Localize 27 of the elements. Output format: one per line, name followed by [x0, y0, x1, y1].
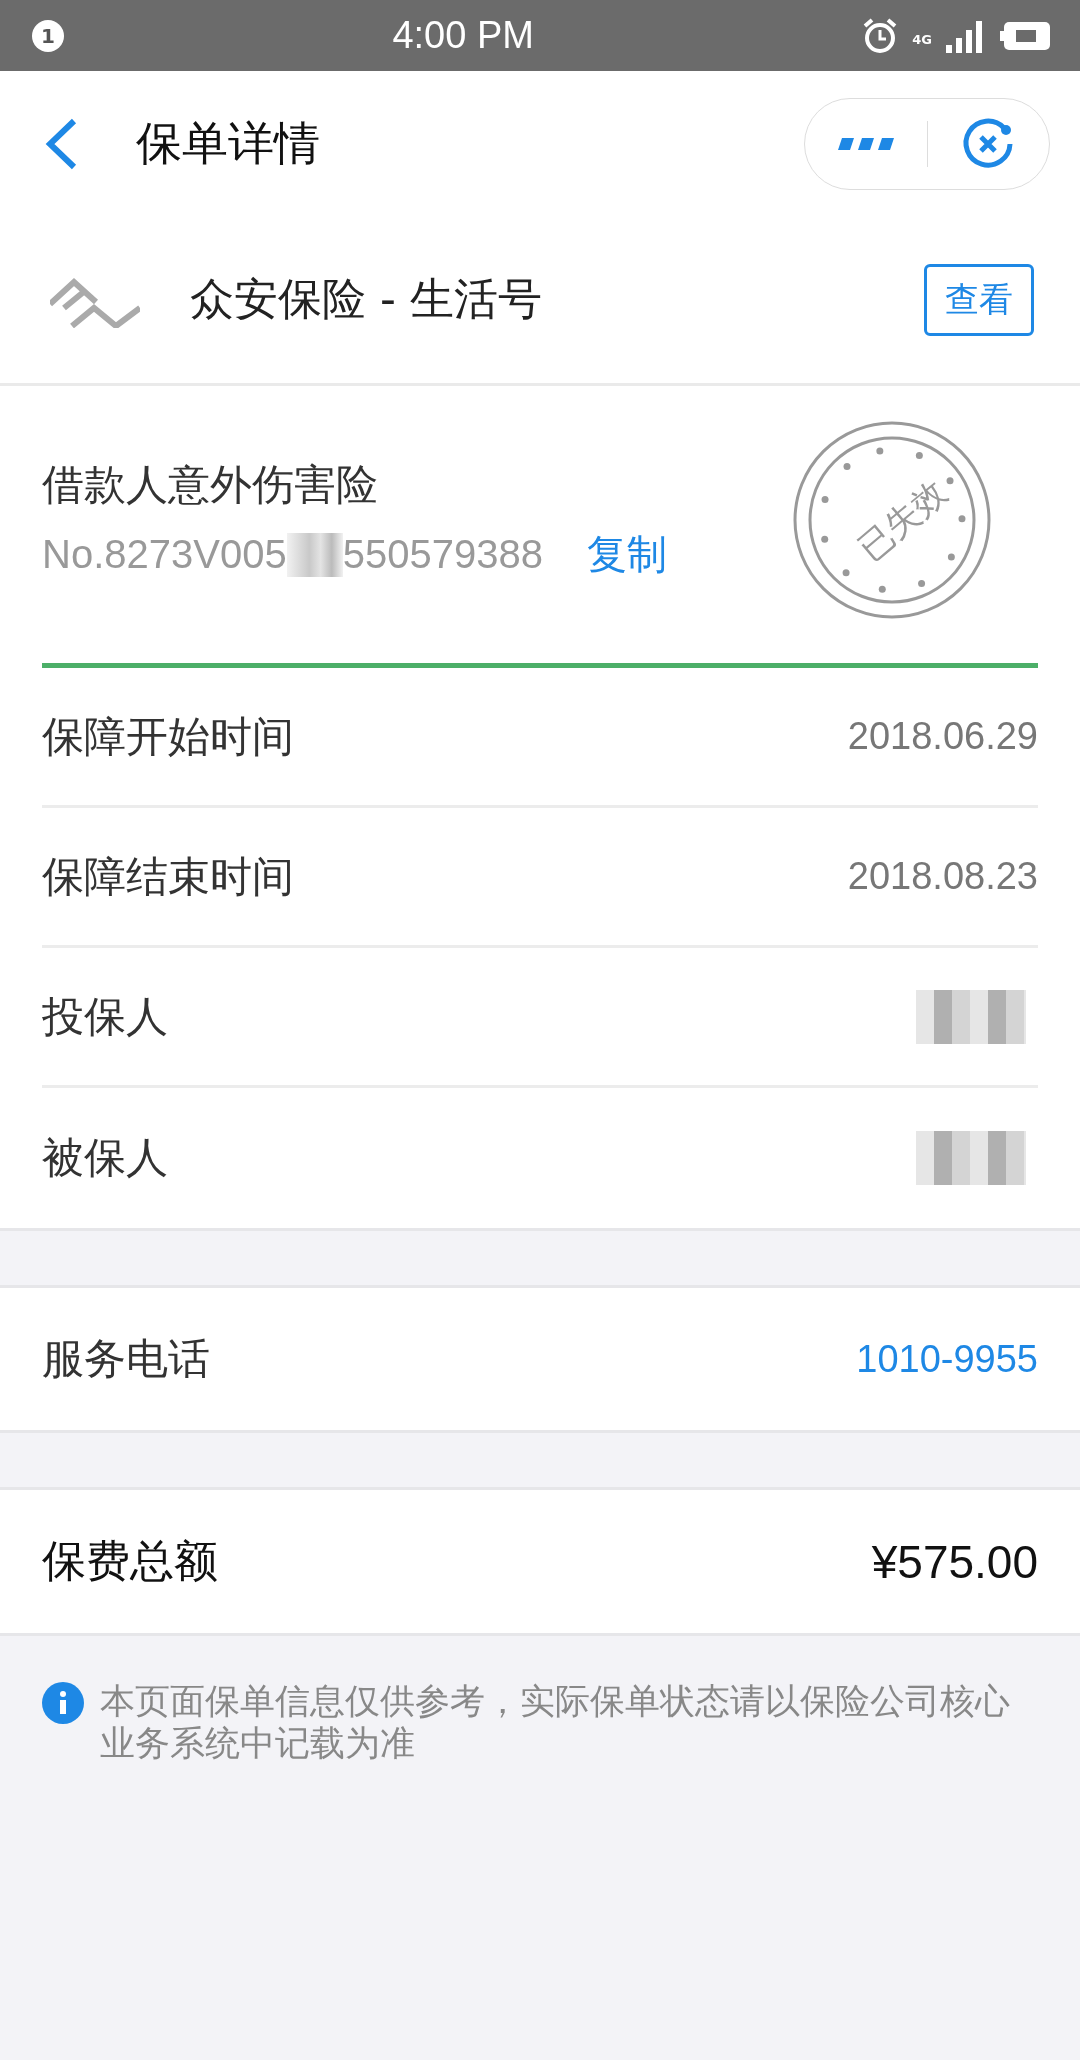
view-button[interactable]: 查看: [924, 263, 1034, 336]
detail-value: 2018.08.23: [847, 855, 1038, 898]
info-icon: [42, 1682, 84, 1724]
premium-label: 保费总额: [42, 1534, 218, 1588]
policy-name: 借款人意外伤害险: [42, 459, 378, 511]
detail-value: 2018.06.29: [847, 715, 1038, 758]
detail-label: 保障开始时间: [42, 710, 294, 763]
more-icon: [837, 137, 894, 150]
service-label: 服务电话: [42, 1333, 210, 1385]
detail-label: 被保人: [42, 1132, 168, 1184]
premium-value: ¥575.00: [871, 1534, 1038, 1589]
policy-number-suffix: 550579388: [342, 532, 543, 577]
network-label: 4G: [912, 31, 932, 47]
copy-link[interactable]: 复制: [586, 527, 667, 582]
phone-link[interactable]: 1010-9955: [856, 1337, 1038, 1381]
notification-badge: 1: [32, 19, 64, 52]
page-title: 保单详情: [136, 114, 321, 172]
brand-name: 众安保险 - 生活号: [190, 272, 543, 326]
detail-label: 投保人: [42, 990, 168, 1043]
policy-number: No.8273V005: [42, 532, 287, 577]
battery-icon: [1000, 21, 1050, 50]
disclaimer-text: 本页面保单信息仅供参考，实际保单状态请以保险公司核心业务系统中记载为准: [100, 1680, 1011, 1764]
status-time: 4:00 PM: [392, 14, 534, 57]
alarm-icon: [862, 17, 899, 54]
detail-label: 保障结束时间: [42, 850, 294, 903]
stamp-text: 已失效: [849, 471, 956, 571]
back-icon[interactable]: [44, 117, 78, 170]
